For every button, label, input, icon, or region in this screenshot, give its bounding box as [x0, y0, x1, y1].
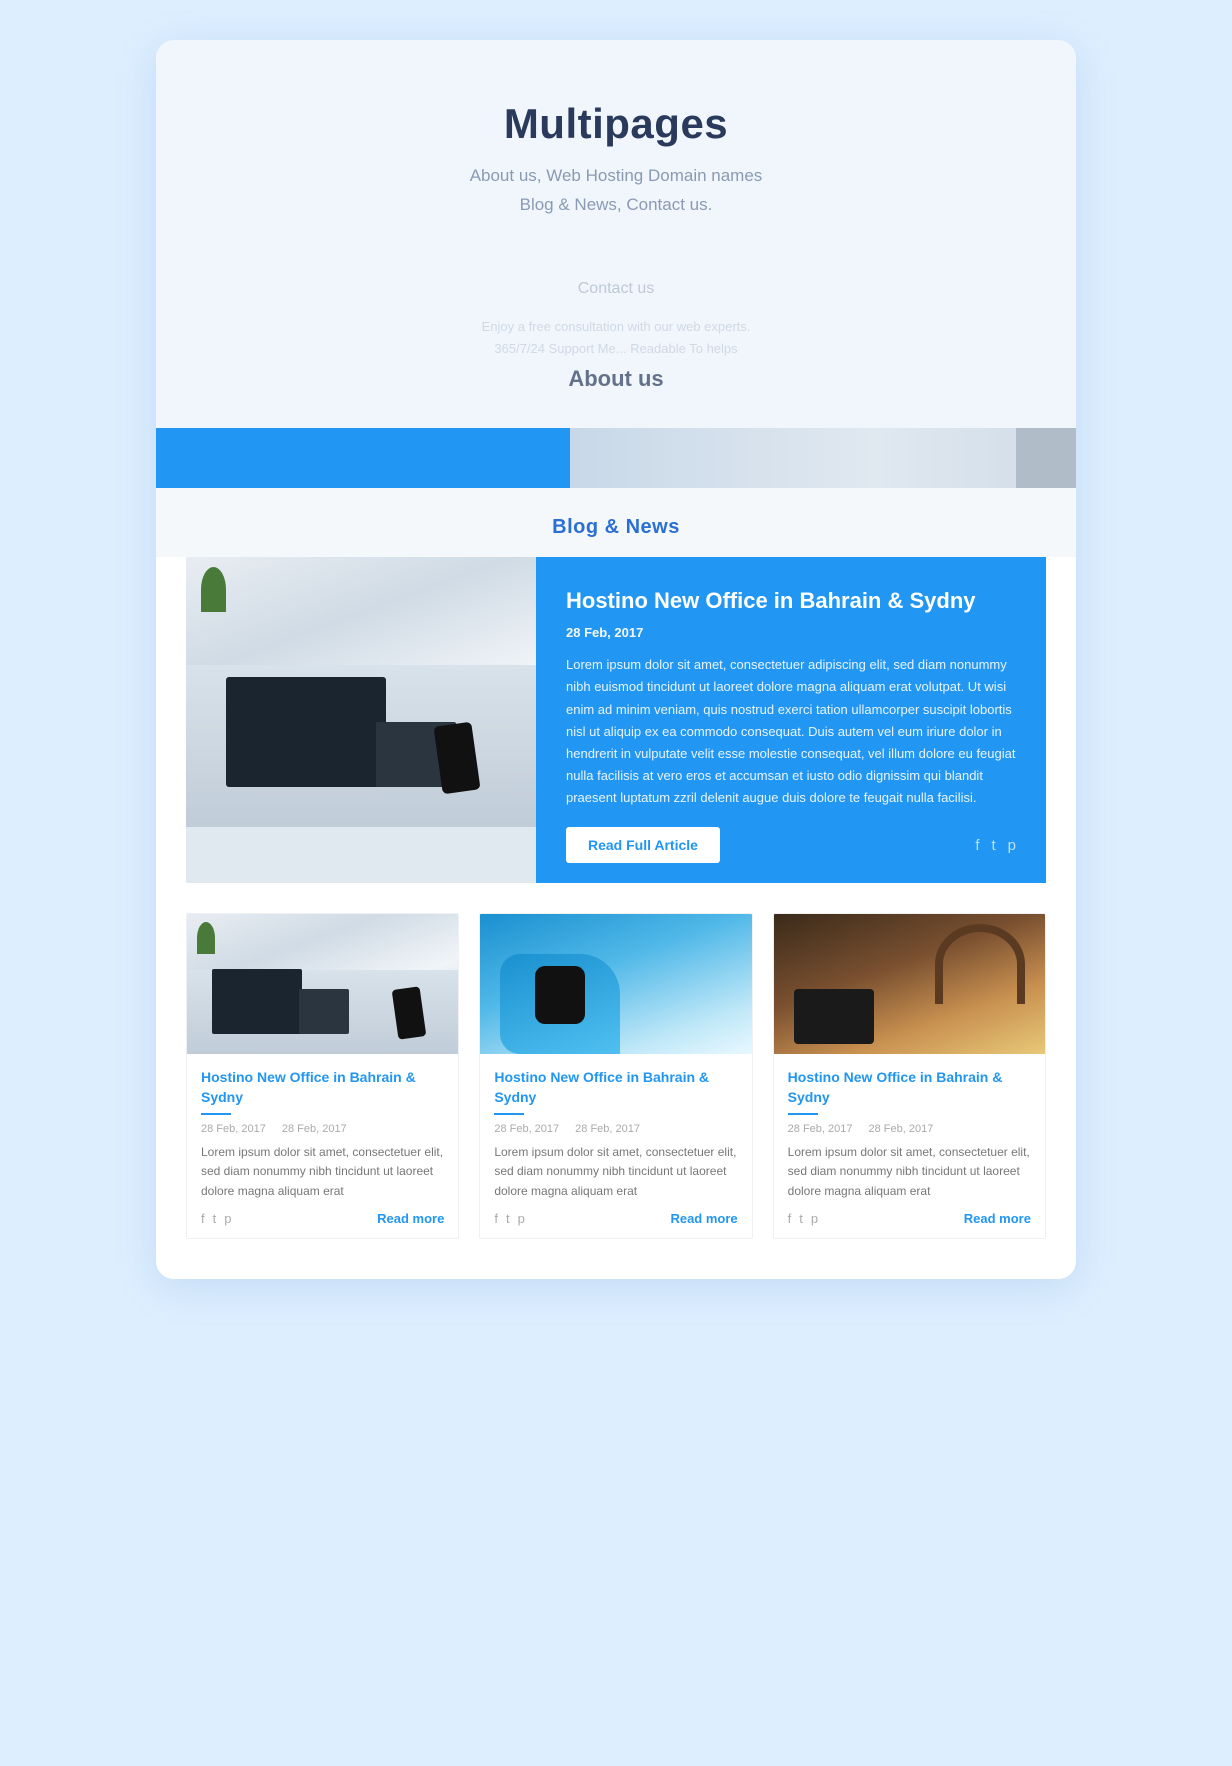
card-1-footer: f t p Read more [201, 1211, 444, 1226]
card1-monitor-small [299, 989, 349, 1034]
card-1-image [187, 914, 458, 1054]
plant-left [201, 567, 226, 612]
card1-twitter-icon[interactable]: t [213, 1211, 217, 1226]
card-2-date2: 28 Feb, 2017 [575, 1123, 640, 1135]
blog-card-3: Hostino New Office in Bahrain & Sydny 28… [773, 913, 1046, 1239]
featured-article-date: 28 Feb, 2017 [566, 625, 1016, 640]
banner-gray [570, 428, 1076, 488]
card-1-title: Hostino New Office in Bahrain & Sydny [201, 1068, 444, 1107]
faded-text-block: Enjoy a free consultation with our web e… [196, 316, 1036, 360]
card-1-excerpt: Lorem ipsum dolor sit amet, consectetuer… [201, 1143, 444, 1201]
card-2-divider [494, 1113, 524, 1115]
monitor-main [226, 677, 386, 787]
card-3-read-more[interactable]: Read more [964, 1211, 1031, 1226]
card-3-socials: f t p [788, 1211, 818, 1226]
card-3-dates: 28 Feb, 2017 28 Feb, 2017 [788, 1123, 1031, 1135]
card-2-excerpt: Lorem ipsum dolor sit amet, consectetuer… [494, 1143, 737, 1201]
contact-us-label: Contact us [196, 280, 1036, 298]
card1-facebook-icon[interactable]: f [201, 1211, 205, 1226]
twitter-icon[interactable]: t [991, 837, 995, 854]
read-full-article-button[interactable]: Read Full Article [566, 827, 720, 863]
card3-headphone [935, 924, 1025, 1004]
card-2-socials: f t p [494, 1211, 524, 1226]
facebook-icon[interactable]: f [975, 837, 979, 854]
blog-section: Blog & News Hostino New Office in Bahrai… [156, 488, 1076, 1279]
card1-monitor [212, 969, 302, 1034]
blog-card-2: Hostino New Office in Bahrain & Sydny 28… [479, 913, 752, 1239]
card-2-footer: f t p Read more [494, 1211, 737, 1226]
card-3-divider [788, 1113, 818, 1115]
card-1-socials: f t p [201, 1211, 231, 1226]
blog-header: Blog & News [156, 488, 1076, 557]
card2-watch [535, 966, 585, 1024]
about-us-label: About us [196, 366, 1036, 392]
card2-pinterest-icon[interactable]: p [518, 1211, 525, 1226]
featured-article-image [186, 557, 536, 883]
site-title: Multipages [196, 100, 1036, 148]
banner-blue [156, 428, 570, 488]
card-3-date2: 28 Feb, 2017 [869, 1123, 934, 1135]
card-1-dates: 28 Feb, 2017 28 Feb, 2017 [201, 1123, 444, 1135]
card-2-dates: 28 Feb, 2017 28 Feb, 2017 [494, 1123, 737, 1135]
card-2-image [480, 914, 751, 1054]
card2-facebook-icon[interactable]: f [494, 1211, 498, 1226]
card-grid: Hostino New Office in Bahrain & Sydny 28… [156, 913, 1076, 1239]
blog-section-title: Blog & News [156, 516, 1076, 539]
banner-area [156, 428, 1076, 488]
card1-plant [197, 922, 215, 954]
card-1-body: Hostino New Office in Bahrain & Sydny 28… [187, 1054, 458, 1238]
featured-social-icons: f t p [975, 837, 1016, 854]
card-3-excerpt: Lorem ipsum dolor sit amet, consectetuer… [788, 1143, 1031, 1201]
header-section: Multipages About us, Web Hosting Domain … [156, 40, 1076, 250]
pinterest-icon[interactable]: p [1008, 837, 1016, 854]
card-3-title: Hostino New Office in Bahrain & Sydny [788, 1068, 1031, 1107]
card2-twitter-icon[interactable]: t [506, 1211, 510, 1226]
card-2-date1: 28 Feb, 2017 [494, 1123, 559, 1135]
card3-tablet [794, 989, 874, 1044]
card-3-image [774, 914, 1045, 1054]
featured-article-content: Hostino New Office in Bahrain & Sydny 28… [536, 557, 1046, 883]
featured-article: Hostino New Office in Bahrain & Sydny 28… [186, 557, 1046, 883]
card-3-date1: 28 Feb, 2017 [788, 1123, 853, 1135]
card-1-read-more[interactable]: Read more [377, 1211, 444, 1226]
page-wrapper: Multipages About us, Web Hosting Domain … [156, 40, 1076, 1279]
card-2-read-more[interactable]: Read more [670, 1211, 737, 1226]
fade-section: Contact us Enjoy a free consultation wit… [156, 250, 1076, 410]
desk-scene-image [186, 557, 536, 827]
card-3-body: Hostino New Office in Bahrain & Sydny 28… [774, 1054, 1045, 1238]
site-subtitle: About us, Web Hosting Domain names Blog … [196, 162, 1036, 220]
card3-facebook-icon[interactable]: f [788, 1211, 792, 1226]
blog-card-1: Hostino New Office in Bahrain & Sydny 28… [186, 913, 459, 1239]
card3-twitter-icon[interactable]: t [799, 1211, 803, 1226]
card-1-date2: 28 Feb, 2017 [282, 1123, 347, 1135]
featured-article-actions: Read Full Article f t p [566, 827, 1016, 863]
card-3-footer: f t p Read more [788, 1211, 1031, 1226]
card1-pinterest-icon[interactable]: p [224, 1211, 231, 1226]
card-2-title: Hostino New Office in Bahrain & Sydny [494, 1068, 737, 1107]
card3-pinterest-icon[interactable]: p [811, 1211, 818, 1226]
card-1-date1: 28 Feb, 2017 [201, 1123, 266, 1135]
featured-article-excerpt: Lorem ipsum dolor sit amet, consectetuer… [566, 654, 1016, 809]
card-2-body: Hostino New Office in Bahrain & Sydny 28… [480, 1054, 751, 1238]
featured-article-title: Hostino New Office in Bahrain & Sydny [566, 587, 1016, 616]
card-1-divider [201, 1113, 231, 1115]
